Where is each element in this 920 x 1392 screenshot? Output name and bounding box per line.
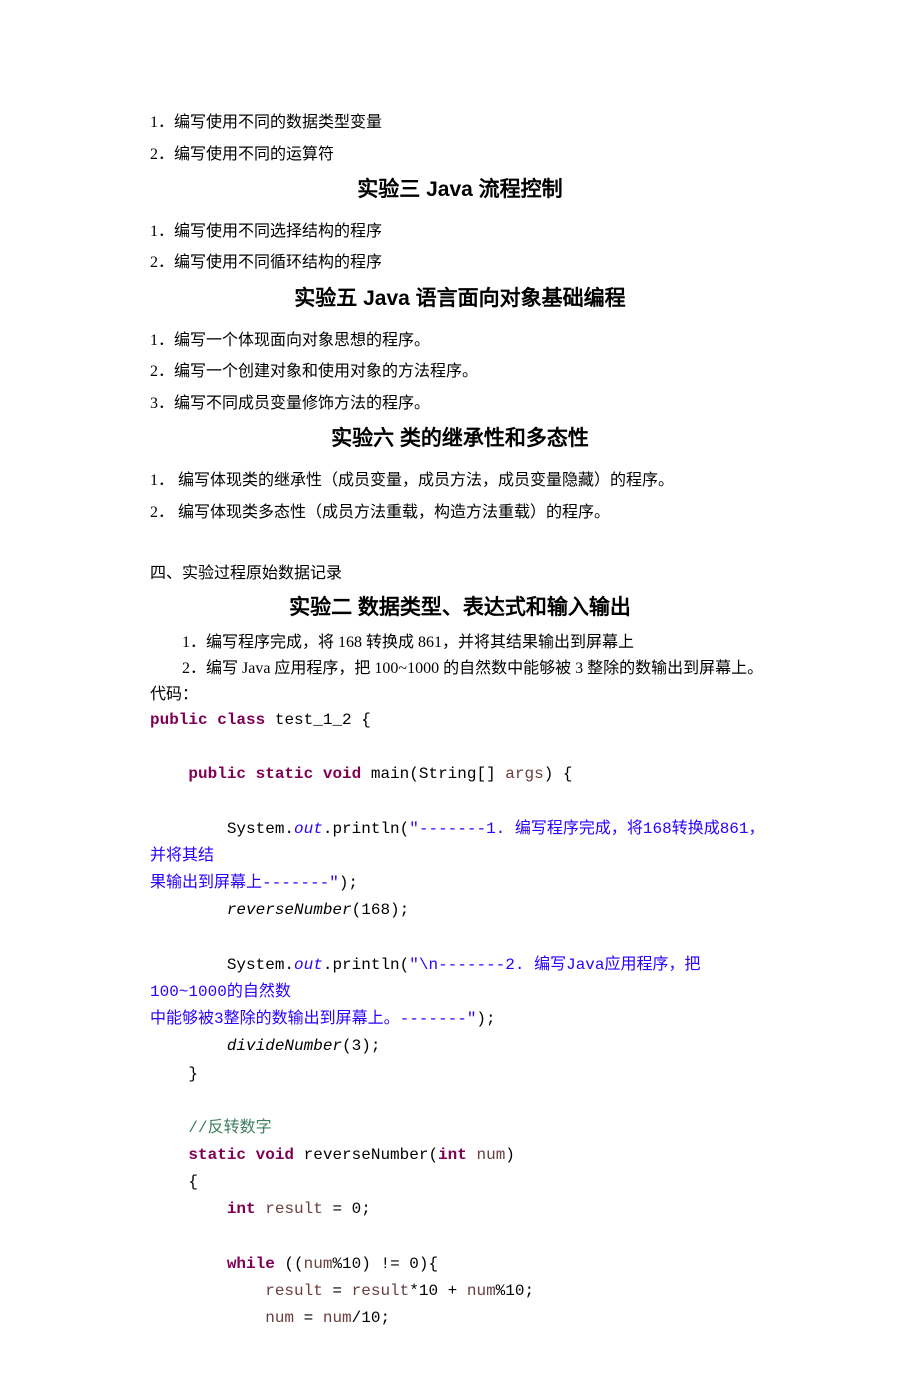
heading-experiment-2b: 实验二 数据类型、表达式和输入输出 <box>150 591 770 625</box>
section-4-title: 四、实验过程原始数据记录 <box>150 561 770 587</box>
code-line: //反转数字 <box>150 1115 770 1142</box>
code-line: System.out.println("-------1. 编写程序完成，将16… <box>150 816 770 870</box>
code-line: num = num/10; <box>150 1305 770 1332</box>
document-page: 1．编写使用不同的数据类型变量 2．编写使用不同的运算符 实验三 Java 流程… <box>0 0 920 1392</box>
code-label: 代码： <box>150 682 770 708</box>
code-line: 果输出到屏幕上-------"); <box>150 870 770 897</box>
code-line: result = result*10 + num%10; <box>150 1278 770 1305</box>
code-line: while ((num%10) != 0){ <box>150 1251 770 1278</box>
code-block: public class test_1_2 { public static vo… <box>150 707 770 1332</box>
heading-experiment-6: 实验六 类的继承性和多态性 <box>150 422 770 456</box>
list-item: 1．编写使用不同选择结构的程序 <box>150 219 770 245</box>
code-line: int result = 0; <box>150 1196 770 1223</box>
heading-experiment-5: 实验五 Java 语言面向对象基础编程 <box>150 282 770 316</box>
code-line: 中能够被3整除的数输出到屏幕上。-------"); <box>150 1006 770 1033</box>
code-line: reverseNumber(168); <box>150 897 770 924</box>
list-item: 2．编写使用不同的运算符 <box>150 142 770 168</box>
code-line: { <box>150 1169 770 1196</box>
code-line: } <box>150 1061 770 1088</box>
list-item: 1．编写程序完成，将 168 转换成 861，并将其结果输出到屏幕上 <box>150 630 770 656</box>
list-item: 2．编写 Java 应用程序，把 100~1000 的自然数中能够被 3 整除的… <box>150 656 770 682</box>
code-line: static void reverseNumber(int num) <box>150 1142 770 1169</box>
list-item: 1．编写一个体现面向对象思想的程序。 <box>150 328 770 354</box>
list-item: 2．编写使用不同循环结构的程序 <box>150 250 770 276</box>
list-item: 2．编写一个创建对象和使用对象的方法程序。 <box>150 359 770 385</box>
code-line: System.out.println("\n-------2. 编写Java应用… <box>150 952 770 1006</box>
code-line: divideNumber(3); <box>150 1033 770 1060</box>
code-line: public class test_1_2 { <box>150 707 770 734</box>
list-item: 1． 编写体现类的继承性（成员变量，成员方法，成员变量隐藏）的程序。 <box>150 468 770 494</box>
list-item: 3．编写不同成员变量修饰方法的程序。 <box>150 391 770 417</box>
code-line: public static void main(String[] args) { <box>150 761 770 788</box>
heading-experiment-3: 实验三 Java 流程控制 <box>150 173 770 207</box>
list-item: 2． 编写体现类多态性（成员方法重载，构造方法重载）的程序。 <box>150 500 770 526</box>
section-4: 四、实验过程原始数据记录 实验二 数据类型、表达式和输入输出 1．编写程序完成，… <box>150 561 770 1332</box>
list-item: 1．编写使用不同的数据类型变量 <box>150 110 770 136</box>
